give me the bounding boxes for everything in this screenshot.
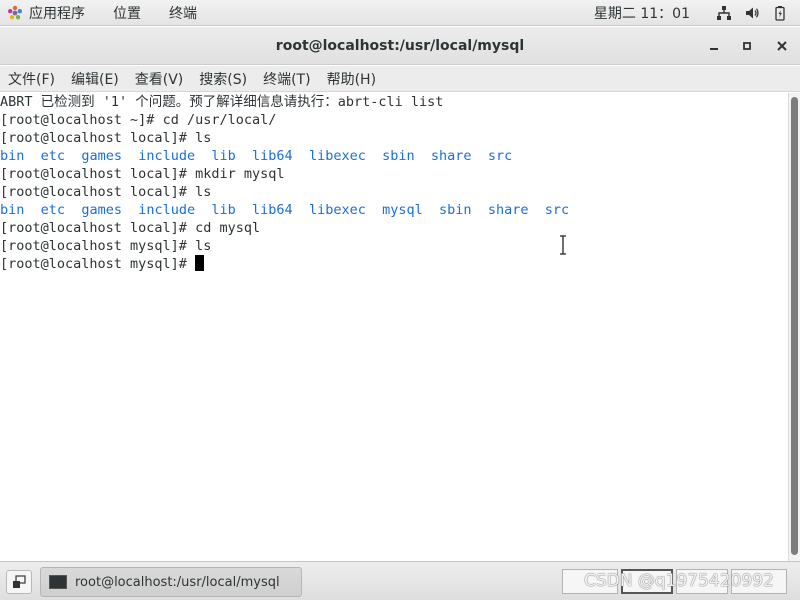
directory-entry: include (138, 148, 196, 164)
menu-view[interactable]: 查看(V) (129, 69, 190, 89)
directory-entry: src (487, 148, 513, 164)
bottom-taskbar: root@localhost:/usr/local/mysql CSDN @q1… (0, 561, 800, 600)
directory-entry: libexec (308, 202, 366, 218)
directory-entry: share (487, 202, 529, 218)
directory-entry: lib64 (252, 148, 293, 164)
directory-entry: games (81, 202, 122, 218)
prompt-line: [root@localhost ~]# cd /usr/local/ (0, 111, 788, 129)
shell-prompt: [root@localhost local]# (0, 184, 196, 200)
minimize-button[interactable] (705, 37, 723, 55)
prompt-line: [root@localhost local]# ls (0, 129, 788, 147)
abrt-notice: ABRT 已检测到 '1' 个问题。预了解详细信息请执行：abrt-cli li… (0, 94, 444, 110)
text-cursor (195, 255, 205, 271)
terminal-icon (49, 575, 67, 589)
menu-edit[interactable]: 编辑(E) (65, 69, 125, 89)
menu-file[interactable]: 文件(F) (2, 69, 61, 89)
menu-terminal[interactable]: 终端(T) (257, 69, 316, 89)
shell-prompt: [root@localhost mysql]# (0, 256, 196, 272)
places-menu[interactable]: 位置 (105, 3, 149, 23)
directory-entry: mysql (382, 202, 423, 218)
shell-prompt: [root@localhost local]# (0, 130, 196, 146)
directory-entry: sbin (382, 148, 415, 164)
show-desktop-button[interactable] (6, 570, 32, 594)
top-panel: 应用程序 位置 终端 星期二 11：01 (0, 0, 800, 26)
prompt-line: [root@localhost local]# cd mysql (0, 219, 788, 237)
prompt-line: [root@localhost mysql]# ls (0, 237, 788, 255)
shell-command: ls (195, 238, 212, 254)
close-button[interactable] (773, 37, 791, 55)
directory-entry: lib64 (252, 202, 293, 218)
directory-entry: src (544, 202, 570, 218)
shell-prompt: [root@localhost mysql]# (0, 238, 196, 254)
panel-status-area: 星期二 11：01 (594, 0, 800, 26)
minimize-icon (710, 48, 718, 50)
shell-command: ls (195, 130, 212, 146)
terminal-lines: [root@localhost ~]# cd /usr/local/[root@… (0, 111, 788, 273)
shell-command: mkdir mysql (195, 166, 285, 182)
directory-entry: share (430, 148, 472, 164)
shell-prompt: [root@localhost local]# (0, 220, 196, 236)
network-icon[interactable] (716, 5, 732, 21)
maximize-icon (743, 42, 751, 50)
directory-entry: bin (0, 148, 25, 164)
maximize-button[interactable] (738, 37, 756, 55)
clock[interactable]: 星期二 11：01 (594, 3, 690, 23)
shell-prompt: [root@localhost ~]# (0, 112, 163, 128)
prompt-line: [root@localhost mysql]# (0, 255, 788, 273)
directory-entry: games (81, 148, 122, 164)
directory-entry: etc (40, 148, 66, 164)
window-titlebar[interactable]: root@localhost:/usr/local/mysql (0, 27, 800, 65)
directory-entry: libexec (308, 148, 366, 164)
directory-listing: bin etc games include lib lib64 libexec … (0, 201, 788, 219)
applications-menu[interactable]: 应用程序 (27, 3, 93, 23)
volume-icon[interactable] (744, 5, 760, 21)
shell-command: cd mysql (195, 220, 261, 236)
scrollbar-thumb[interactable] (791, 97, 798, 555)
shell-prompt: [root@localhost local]# (0, 166, 196, 182)
taskbar-window-label: root@localhost:/usr/local/mysql (75, 574, 280, 590)
directory-entry: etc (40, 202, 66, 218)
menu-search[interactable]: 搜索(S) (193, 69, 253, 89)
shell-command: ls (195, 184, 212, 200)
show-desktop-icon (13, 575, 26, 588)
directory-entry: lib (211, 202, 236, 218)
shell-command: cd /usr/local/ (162, 112, 277, 128)
prompt-line: [root@localhost local]# ls (0, 183, 788, 201)
directory-listing: bin etc games include lib lib64 libexec … (0, 147, 788, 165)
directory-entry: sbin (439, 202, 472, 218)
directory-entry: lib (211, 148, 236, 164)
window-title: root@localhost:/usr/local/mysql (275, 38, 525, 54)
mouse-ibeam-cursor-icon (560, 235, 566, 255)
csdn-watermark: CSDN @q1975420992 (584, 571, 774, 591)
directory-entry: bin (0, 202, 25, 218)
menu-help[interactable]: 帮助(H) (321, 69, 382, 89)
menubar: 文件(F) 编辑(E) 查看(V) 搜索(S) 终端(T) 帮助(H) (0, 66, 800, 92)
close-icon (777, 41, 787, 51)
directory-entry: include (138, 202, 196, 218)
panel-menu: 应用程序 位置 终端 (0, 0, 205, 26)
taskbar-terminal-window[interactable]: root@localhost:/usr/local/mysql (40, 567, 302, 597)
terminal-scrollbar[interactable] (788, 93, 800, 561)
prompt-line: [root@localhost local]# mkdir mysql (0, 165, 788, 183)
applications-logo-icon[interactable] (7, 5, 23, 21)
terminal-app-menu[interactable]: 终端 (161, 3, 205, 23)
battery-icon[interactable] (772, 5, 788, 21)
terminal-output[interactable]: ABRT 已检测到 '1' 个问题。预了解详细信息请执行：abrt-cli li… (0, 93, 788, 561)
